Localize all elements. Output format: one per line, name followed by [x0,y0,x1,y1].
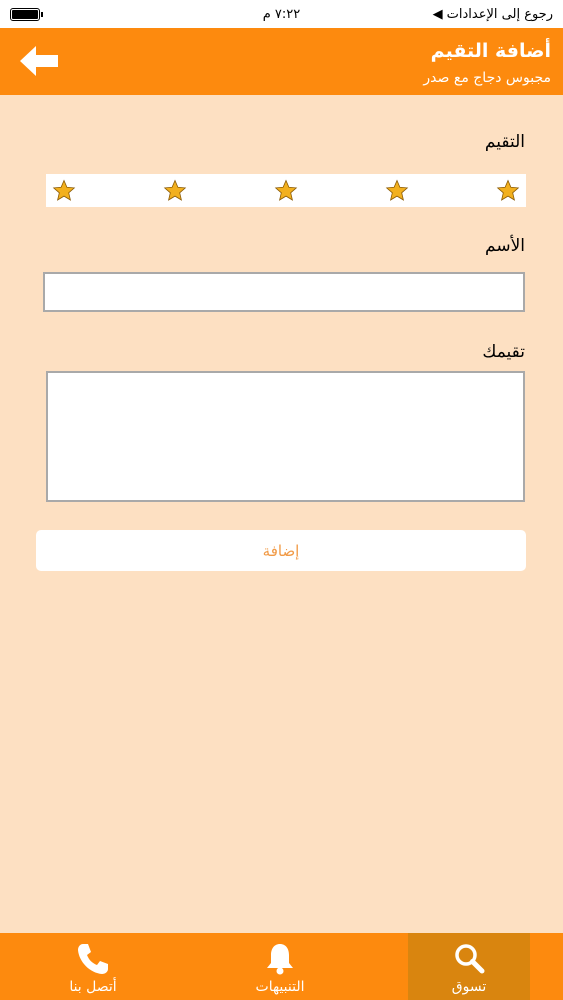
tab-bar: تسوق التنبيهات أتصل بنا [0,933,563,1000]
status-bar: ٧:٢٢ م رجوع إلى الإعدادات ◀ [0,0,563,28]
star-icon[interactable] [163,178,187,203]
page-title: أضافة التقيم [430,40,551,62]
tab-shop-label: تسوق [451,979,487,995]
add-review-button[interactable]: إضافة [36,530,526,571]
battery-icon [10,7,43,21]
review-label: تقيمك [482,342,525,362]
back-triangle-icon: ◀ [432,6,443,22]
tab-contact-label: أتصل بنا [69,979,117,995]
tab-notifications[interactable]: التنبيهات [219,933,341,1000]
review-textarea[interactable] [46,371,525,502]
star-icon[interactable] [385,178,409,203]
tab-notifications-label: التنبيهات [255,979,305,995]
bell-icon [267,944,293,975]
header: أضافة التقيم مجبوس دجاج مع صدر [0,28,563,95]
tab-contact[interactable]: أتصل بنا [32,933,154,1000]
search-icon [455,944,485,974]
page-subtitle: مجبوس دجاج مع صدر [423,70,551,86]
back-to-settings-label: رجوع إلى الإعدادات [446,6,553,22]
status-time: ٧:٢٢ م [262,6,301,22]
name-input[interactable] [43,272,525,312]
tab-shop[interactable]: تسوق [408,933,530,1000]
star-icon[interactable] [52,178,76,203]
star-icon[interactable] [274,178,298,203]
name-label: الأسم [485,236,525,256]
back-to-settings-link[interactable]: رجوع إلى الإعدادات ◀ [433,7,553,22]
back-arrow-icon[interactable] [18,44,60,78]
rating-stars [46,174,526,207]
phone-icon [78,944,108,974]
rating-label: التقيم [484,132,525,152]
star-icon[interactable] [496,178,520,203]
